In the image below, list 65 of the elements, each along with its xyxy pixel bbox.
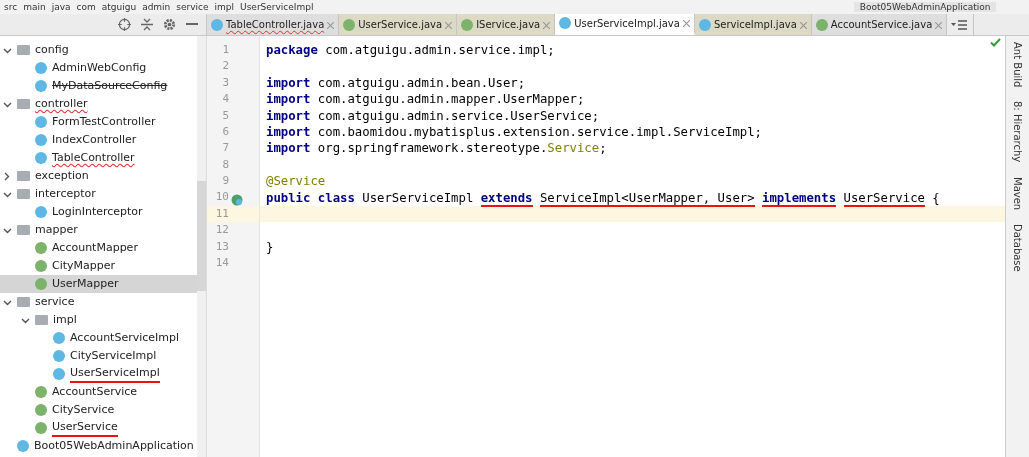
tree-item[interactable]: mapper: [0, 221, 197, 239]
tree-item[interactable]: interceptor: [0, 185, 197, 203]
tree-item[interactable]: AccountServiceImpl: [0, 329, 197, 347]
editor-tab[interactable]: UserServiceImpl.java: [555, 14, 695, 35]
line-number: 3: [222, 74, 229, 91]
line-number: 1: [222, 41, 229, 58]
code-line: }: [266, 239, 274, 254]
tree-item[interactable]: UserServiceImpl: [0, 365, 197, 383]
tree-item[interactable]: IndexController: [0, 131, 197, 149]
tool-window-button[interactable]: Ant Build: [1010, 42, 1025, 88]
line-number: 2: [222, 58, 229, 75]
tree-item[interactable]: LoginInterceptor: [0, 203, 197, 221]
code-line: package com.atguigu.admin.service.impl;: [266, 43, 555, 57]
line-number: 12: [215, 222, 229, 239]
tree-item[interactable]: MyDataSourceConfig: [0, 77, 197, 95]
tree-item[interactable]: config: [0, 41, 197, 59]
code-line: import com.atguigu.admin.mapper.UserMapper;: [266, 92, 585, 107]
tool-window-button[interactable]: Database: [1010, 223, 1025, 272]
tool-window-button[interactable]: Maven: [1010, 176, 1025, 210]
code-line: import com.atguigu.admin.bean.User;: [266, 75, 526, 90]
tree-item[interactable]: CityMapper: [0, 257, 197, 275]
code-line: import org.springframework.stereotype.Service;: [266, 141, 607, 156]
tree-item[interactable]: AccountMapper: [0, 239, 197, 257]
line-number: 14: [215, 255, 229, 272]
line-number: 5: [222, 107, 229, 124]
code-line: @Service: [266, 174, 326, 189]
breadcrumb-item[interactable]: UserServiceImpl: [240, 2, 314, 12]
breadcrumb-item[interactable]: com: [76, 2, 96, 12]
line-number: 7: [222, 140, 229, 157]
tool-window-button[interactable]: 8: Hierarchy: [1010, 101, 1025, 163]
run-config-selector[interactable]: Boot05WebAdminApplication: [854, 2, 996, 12]
editor-tab[interactable]: TableController.java: [207, 14, 340, 35]
line-number: 13: [215, 238, 229, 255]
code-line: import com.atguigu.admin.service.UserService;: [266, 108, 600, 123]
tree-item[interactable]: TableController: [0, 149, 197, 167]
tree-item[interactable]: Boot05WebAdminApplication: [0, 437, 197, 455]
breadcrumb-item[interactable]: java: [51, 2, 71, 12]
line-number: 9: [222, 173, 229, 190]
tree-item[interactable]: impl: [0, 311, 197, 329]
breadcrumb-item[interactable]: atguigu: [101, 2, 137, 12]
line-number: 10: [215, 189, 229, 206]
line-number: 8: [222, 156, 229, 173]
breadcrumb-item[interactable]: admin: [142, 2, 171, 12]
tree-item[interactable]: UserMapper: [0, 275, 197, 293]
breadcrumb-item[interactable]: main: [23, 2, 46, 12]
editor-tab[interactable]: IService.java: [457, 14, 556, 35]
line-number: 4: [222, 91, 229, 108]
line-number: 6: [222, 123, 229, 140]
editor-tab[interactable]: ServiceImpl.java: [694, 14, 812, 35]
breadcrumb-item[interactable]: service: [176, 2, 209, 12]
breadcrumb-item[interactable]: src: [4, 2, 18, 12]
tree-item[interactable]: AccountService: [0, 383, 197, 401]
breadcrumb-item[interactable]: impl: [214, 2, 235, 12]
tree-item[interactable]: exception: [0, 167, 197, 185]
tree-item[interactable]: UserService: [0, 419, 197, 437]
tree-item[interactable]: AdminWebConfig: [0, 59, 197, 77]
line-number: 11: [215, 205, 229, 222]
tree-item[interactable]: CityServiceImpl: [0, 347, 197, 365]
code-line: import com.baomidou.mybatisplus.extension.service.impl.ServiceImpl;: [266, 124, 763, 139]
tree-item[interactable]: controller: [0, 95, 197, 113]
editor-tab[interactable]: UserService.java: [339, 14, 458, 35]
tree-item[interactable]: CityService: [0, 401, 197, 419]
tree-item[interactable]: service: [0, 293, 197, 311]
tree-item[interactable]: FormTestController: [0, 113, 197, 131]
editor-tab[interactable]: AccountService.java: [811, 14, 948, 35]
